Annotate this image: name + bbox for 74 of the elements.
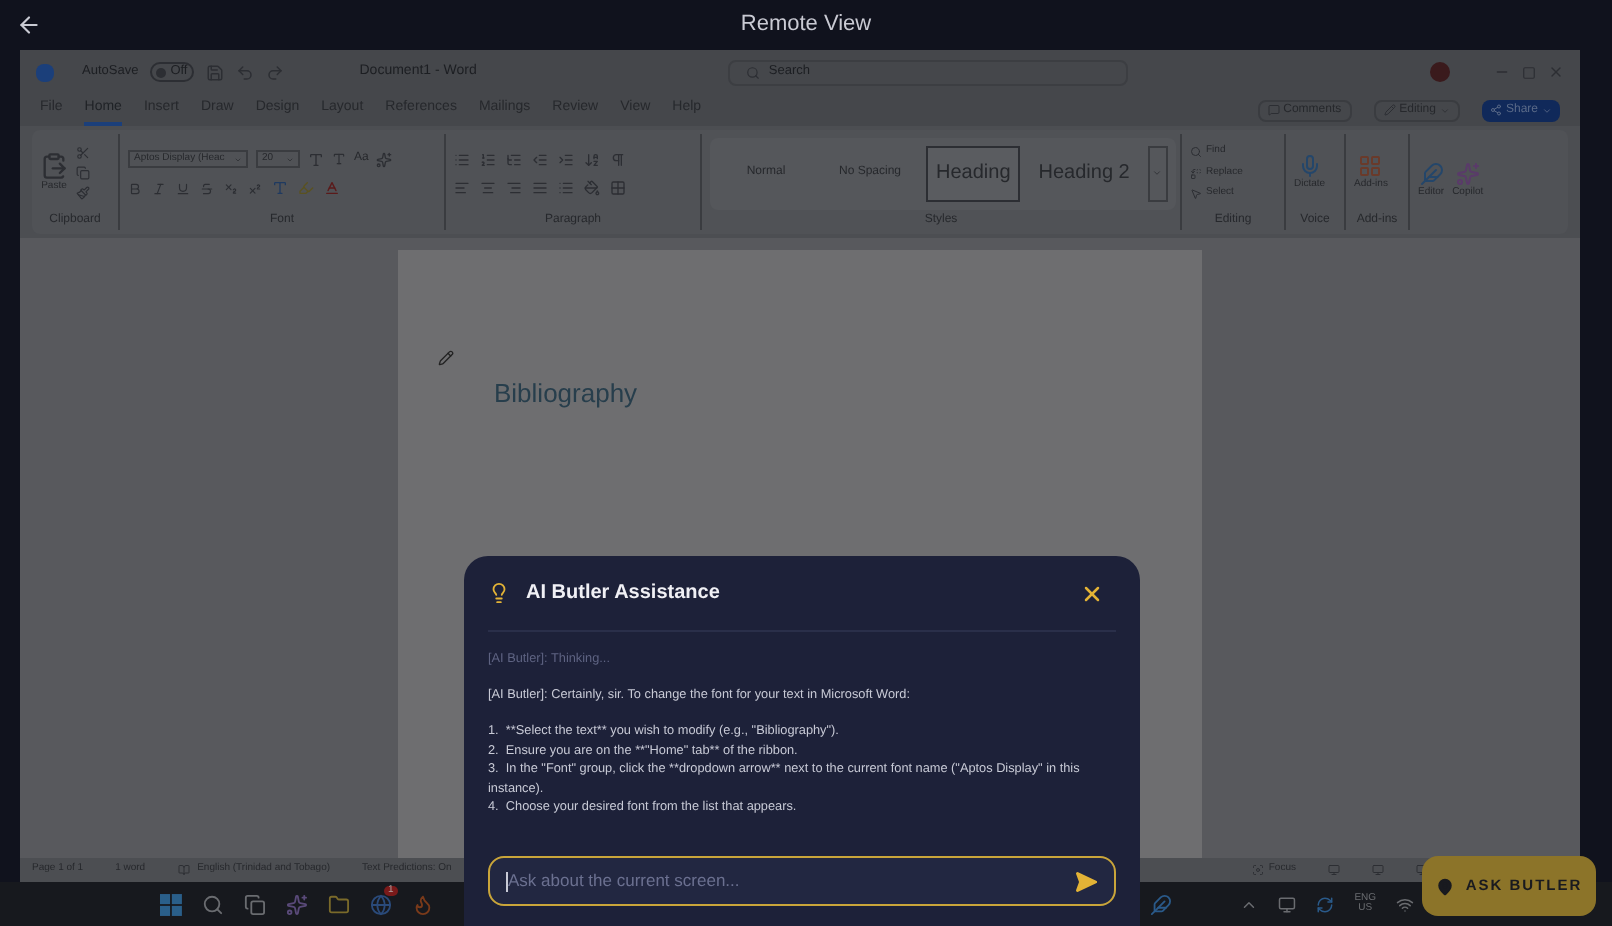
question-input-field[interactable]: Ask about the current screen... <box>488 856 1116 906</box>
window-title: Remote View <box>740 10 872 41</box>
search-icon[interactable] <box>201 893 224 915</box>
strikethrough-icon[interactable] <box>200 181 214 195</box>
clear-format-icon[interactable] <box>376 151 393 167</box>
editing-icon <box>1190 188 1202 200</box>
align-center-icon[interactable] <box>480 179 496 195</box>
caret-icon <box>1542 105 1552 115</box>
document-heading: Bibliography <box>494 376 638 412</box>
windows-logo-icon[interactable] <box>160 893 182 915</box>
editing-icon <box>1190 167 1202 179</box>
multilevel-list-icon[interactable] <box>506 151 522 167</box>
task-view-icon[interactable] <box>243 893 266 915</box>
share-icon <box>1489 104 1502 116</box>
tray-icon[interactable] <box>1278 895 1297 913</box>
layout-icon[interactable] <box>1328 864 1340 876</box>
undo-icon[interactable] <box>235 63 254 81</box>
decrease-indent-icon[interactable] <box>532 151 548 167</box>
paste-icon[interactable] <box>40 151 68 180</box>
underline-icon[interactable] <box>176 181 190 195</box>
editing-icon <box>1190 146 1202 158</box>
align-right-icon[interactable] <box>506 179 522 195</box>
book-icon <box>177 864 190 876</box>
focus-icon <box>1252 864 1265 876</box>
copilot-icon[interactable] <box>285 893 308 915</box>
brush-icon[interactable] <box>76 186 90 200</box>
browser-icon[interactable] <box>369 893 392 915</box>
highlighter-icon[interactable] <box>298 180 314 196</box>
superscript-icon[interactable] <box>248 181 262 195</box>
italic-icon[interactable] <box>152 181 166 195</box>
copy-icon[interactable] <box>76 166 90 180</box>
grid-icon <box>1358 153 1383 178</box>
dialog-title: AI Butler Assistance <box>526 580 720 608</box>
shading-icon[interactable] <box>584 179 600 195</box>
folder-icon[interactable] <box>327 893 350 915</box>
sparkle-icon <box>1455 162 1480 187</box>
microphone-icon <box>1297 153 1322 178</box>
word-logo-icon <box>36 63 54 81</box>
input-placeholder: Ask about the current screen... <box>508 868 742 894</box>
redo-icon[interactable] <box>265 63 284 81</box>
save-icon[interactable] <box>205 63 224 81</box>
lightbulb-icon <box>488 582 510 604</box>
line-spacing-icon[interactable] <box>558 179 574 195</box>
feather-pen-icon <box>1419 162 1444 187</box>
wifi-icon[interactable] <box>1396 895 1415 913</box>
numbering-icon[interactable] <box>480 151 496 167</box>
font-color-icon[interactable] <box>324 180 340 196</box>
sort-icon[interactable] <box>584 151 600 167</box>
back-icon[interactable] <box>16 12 42 38</box>
layout-icon[interactable] <box>1372 864 1384 876</box>
shrink-font-icon[interactable] <box>332 152 346 166</box>
subscript-icon[interactable] <box>224 181 238 195</box>
app-icon[interactable] <box>1150 893 1173 915</box>
align-left-icon[interactable] <box>454 179 470 195</box>
sync-icon[interactable] <box>1316 895 1335 913</box>
justify-icon[interactable] <box>532 179 548 195</box>
send-icon[interactable] <box>1074 869 1098 893</box>
pen-cursor-icon <box>438 350 454 366</box>
borders-icon[interactable] <box>610 179 626 195</box>
firefox-icon[interactable] <box>411 893 434 915</box>
pencil-icon <box>1383 104 1396 116</box>
text-effects-icon[interactable] <box>272 180 288 196</box>
comment-icon <box>1267 104 1280 116</box>
search-icon <box>746 65 761 79</box>
close-icon[interactable] <box>1080 581 1104 605</box>
bold-icon[interactable] <box>128 181 142 195</box>
pilcrow-icon[interactable] <box>610 151 626 167</box>
map-pin-icon <box>1435 877 1454 895</box>
styles-more-icon[interactable] <box>1147 145 1168 201</box>
increase-indent-icon[interactable] <box>558 151 574 167</box>
avatar-icon[interactable] <box>1430 62 1450 82</box>
grow-font-icon[interactable] <box>308 151 324 167</box>
bullets-icon[interactable] <box>454 151 470 167</box>
cut-icon[interactable] <box>76 146 90 160</box>
